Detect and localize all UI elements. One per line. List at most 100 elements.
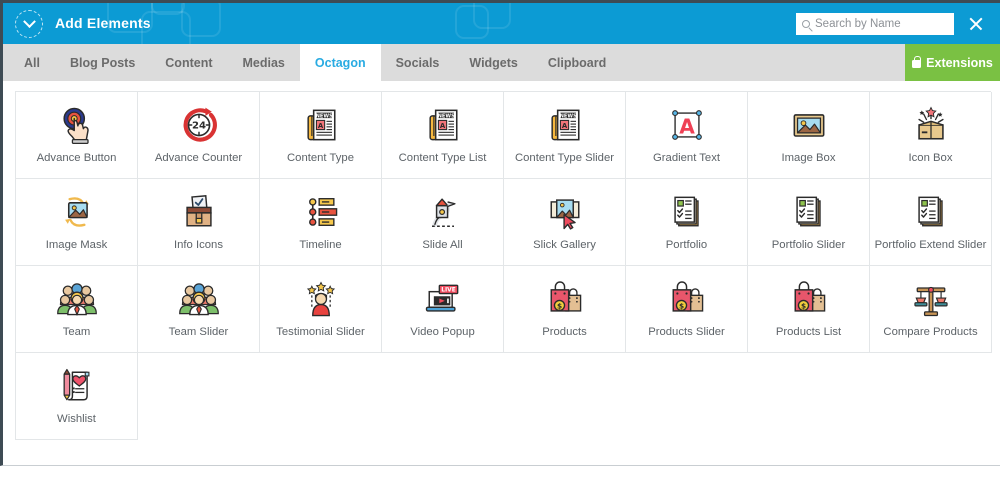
element-label: Icon Box xyxy=(908,152,953,164)
element-tile[interactable]: Wishlist xyxy=(16,353,138,440)
element-label: Team xyxy=(62,326,91,338)
image-mask-icon xyxy=(54,189,100,235)
tab-clipboard[interactable]: Clipboard xyxy=(533,44,621,81)
newspaper-icon xyxy=(420,102,466,148)
element-tile[interactable]: Slide All xyxy=(382,179,504,266)
element-tile[interactable]: Portfolio xyxy=(626,179,748,266)
element-label: Products Slider xyxy=(648,326,725,338)
element-label: Portfolio Slider xyxy=(771,239,846,251)
element-label: Gradient Text xyxy=(653,152,720,164)
advance-button-icon xyxy=(54,102,100,148)
gradient-text-icon xyxy=(664,102,710,148)
element-tile[interactable]: Team Slider xyxy=(138,266,260,353)
element-tile[interactable]: Products List xyxy=(748,266,870,353)
element-tile[interactable]: Testimonial Slider xyxy=(260,266,382,353)
timeline-icon xyxy=(298,189,344,235)
element-label: Portfolio xyxy=(665,239,708,251)
portfolio-icon xyxy=(664,189,710,235)
element-tile[interactable]: Products Slider xyxy=(626,266,748,353)
element-tile[interactable]: Products xyxy=(504,266,626,353)
products-icon xyxy=(786,276,832,322)
image-box-icon xyxy=(786,102,832,148)
newspaper-icon xyxy=(542,102,588,148)
element-label: Content Type List xyxy=(398,152,487,164)
search-box[interactable] xyxy=(796,13,954,35)
element-label: Products List xyxy=(775,326,842,338)
add-elements-modal: Add Elements All Blog Posts Content Medi… xyxy=(0,0,1000,500)
extensions-button[interactable]: Extensions xyxy=(905,44,1000,81)
element-tile[interactable]: Advance Counter xyxy=(138,92,260,179)
element-tile[interactable]: Portfolio Extend Slider xyxy=(870,179,992,266)
watermark-shape xyxy=(473,3,511,29)
element-label: Content Type Slider xyxy=(514,152,614,164)
element-label: Wishlist xyxy=(57,413,96,425)
portfolio-icon xyxy=(908,189,954,235)
element-label: Slide All xyxy=(422,239,463,251)
element-tile[interactable]: Icon Box xyxy=(870,92,992,179)
element-label: Portfolio Extend Slider xyxy=(874,239,987,251)
tab-widgets[interactable]: Widgets xyxy=(454,44,533,81)
element-tile[interactable]: Slick Gallery xyxy=(504,179,626,266)
collapse-button[interactable] xyxy=(15,10,43,38)
chevron-down-icon xyxy=(22,14,36,28)
icon-box-icon xyxy=(908,102,954,148)
tab-all[interactable]: All xyxy=(3,44,55,81)
slide-all-icon xyxy=(420,189,466,235)
testimonial-icon xyxy=(298,276,344,322)
newspaper-icon xyxy=(298,102,344,148)
element-tile[interactable]: Timeline xyxy=(260,179,382,266)
element-label: Info Icons xyxy=(174,239,223,251)
elements-grid-area: Advance Button Advance Counter Content Typ… xyxy=(3,81,1000,450)
element-label: Slick Gallery xyxy=(533,239,596,251)
element-tile[interactable]: Compare Products xyxy=(870,266,992,353)
element-tile[interactable]: Image Mask xyxy=(16,179,138,266)
watermark-shape xyxy=(181,3,221,37)
element-tile[interactable]: Portfolio Slider xyxy=(748,179,870,266)
team-icon xyxy=(54,276,100,322)
page-title: Add Elements xyxy=(55,15,151,31)
element-tile[interactable]: Content Type List xyxy=(382,92,504,179)
element-label: Advance Counter xyxy=(154,152,243,164)
tab-bar: All Blog Posts Content Medias Octagon So… xyxy=(3,44,1000,81)
elements-grid: Advance Button Advance Counter Content Typ… xyxy=(15,91,992,440)
advance-counter-icon xyxy=(176,102,222,148)
slick-gallery-icon xyxy=(542,189,588,235)
element-tile[interactable]: Team xyxy=(16,266,138,353)
element-label: Products xyxy=(542,326,587,338)
element-label: Timeline xyxy=(299,239,342,251)
lock-icon xyxy=(912,55,922,68)
tab-medias[interactable]: Medias xyxy=(228,44,300,81)
tab-content[interactable]: Content xyxy=(150,44,227,81)
element-tile[interactable]: Content Type Slider xyxy=(504,92,626,179)
products-icon xyxy=(664,276,710,322)
video-popup-icon xyxy=(420,276,466,322)
modal-header: Add Elements xyxy=(3,3,1000,44)
element-tile[interactable]: Gradient Text xyxy=(626,92,748,179)
team-icon xyxy=(176,276,222,322)
element-label: Content Type xyxy=(287,152,354,164)
element-label: Testimonial Slider xyxy=(276,326,365,338)
products-icon xyxy=(542,276,588,322)
search-icon xyxy=(802,20,810,28)
element-tile[interactable]: Video Popup xyxy=(382,266,504,353)
wishlist-icon xyxy=(54,363,100,409)
close-icon[interactable] xyxy=(966,14,986,34)
element-label: Image Box xyxy=(781,152,836,164)
panel: Add Elements All Blog Posts Content Medi… xyxy=(0,0,1000,466)
tab-blog-posts[interactable]: Blog Posts xyxy=(55,44,150,81)
element-tile[interactable]: Advance Button xyxy=(16,92,138,179)
element-label: Image Mask xyxy=(45,239,108,251)
element-tile[interactable]: Image Box xyxy=(748,92,870,179)
element-label: Advance Button xyxy=(36,152,117,164)
element-tile[interactable]: Content Type xyxy=(260,92,382,179)
info-icons-icon xyxy=(176,189,222,235)
element-label: Compare Products xyxy=(883,326,978,338)
portfolio-icon xyxy=(786,189,832,235)
watermark-shape xyxy=(151,3,185,15)
search-input[interactable] xyxy=(815,18,950,30)
compare-products-icon xyxy=(908,276,954,322)
tab-socials[interactable]: Socials xyxy=(381,44,455,81)
tab-octagon[interactable]: Octagon xyxy=(299,44,381,81)
element-tile[interactable]: Info Icons xyxy=(138,179,260,266)
element-label: Team Slider xyxy=(168,326,229,338)
